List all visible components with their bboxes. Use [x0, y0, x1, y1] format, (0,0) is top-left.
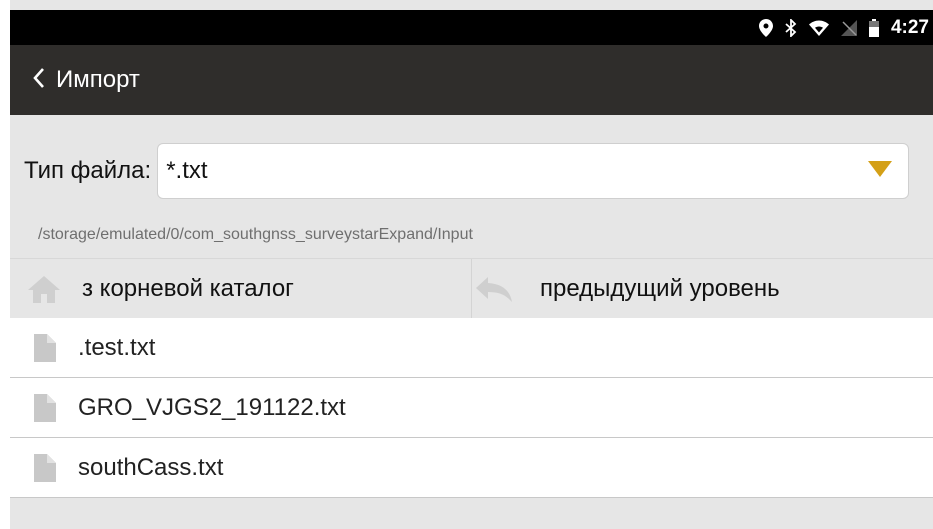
back-button[interactable]: Импорт: [10, 45, 140, 115]
file-icon: [34, 333, 56, 362]
root-directory-button[interactable]: з корневой каталог: [10, 259, 471, 319]
parent-directory-label: предыдущий уровень: [540, 275, 780, 302]
current-path: /storage/emulated/0/com_southgnss_survey…: [38, 226, 473, 243]
battery-icon: [868, 18, 879, 37]
file-type-value: *.txt: [166, 157, 208, 184]
status-time: 4:27: [890, 16, 929, 38]
root-directory-label: з корневой каталог: [82, 275, 294, 302]
app-bar: Импорт: [10, 45, 933, 115]
wifi-icon: [808, 20, 829, 36]
list-item[interactable]: GRO_VJGS2_191122.txt: [10, 378, 933, 438]
left-edge: [0, 0, 10, 529]
file-list: .test.txt GRO_VJGS2_191122.txt southCass…: [10, 318, 933, 498]
file-type-row: Тип файла: *.txt: [10, 142, 933, 200]
status-bar: 4:27: [10, 10, 933, 45]
chevron-left-icon: [32, 67, 46, 94]
navigation-row: з корневой каталог предыдущий уровень: [10, 258, 933, 319]
list-item[interactable]: .test.txt: [10, 318, 933, 378]
parent-directory-button[interactable]: предыдущий уровень: [471, 259, 933, 319]
file-type-label: Тип файла:: [24, 157, 152, 184]
file-name: southCass.txt: [78, 453, 224, 481]
file-icon: [34, 453, 56, 482]
list-item[interactable]: southCass.txt: [10, 438, 933, 498]
file-name: .test.txt: [78, 333, 156, 361]
no-signal-icon: [840, 19, 857, 36]
location-icon: [758, 18, 773, 37]
file-icon: [34, 393, 56, 422]
page-title: Импорт: [56, 66, 140, 93]
file-type-dropdown[interactable]: *.txt: [157, 143, 910, 199]
file-name: GRO_VJGS2_191122.txt: [78, 393, 346, 421]
triangle-down-icon: [868, 160, 893, 182]
bluetooth-icon: [785, 18, 797, 37]
